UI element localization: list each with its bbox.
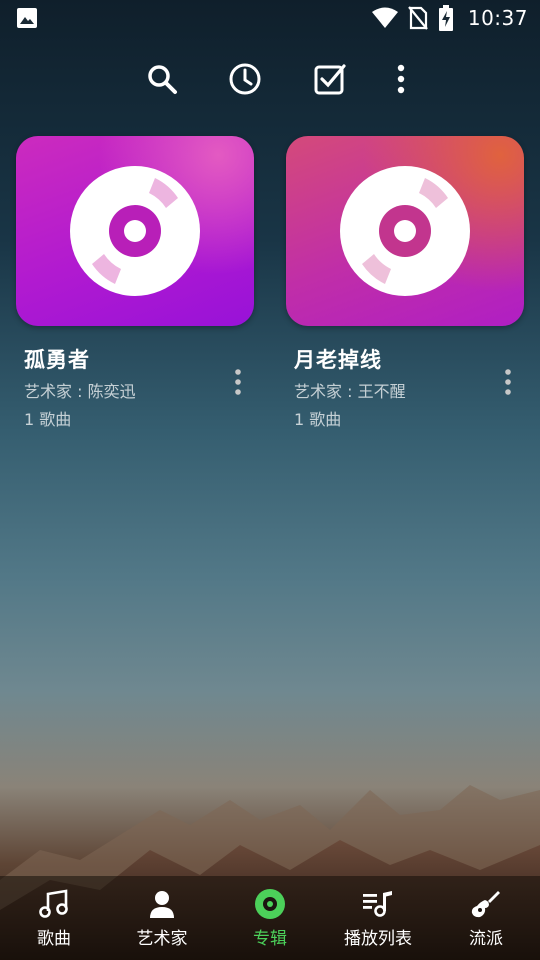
search-icon <box>148 65 177 94</box>
more-vert-icon <box>397 64 405 94</box>
album-title: 月老掉线 <box>294 348 382 372</box>
album-more-button[interactable] <box>226 364 250 400</box>
clock: 10:37 <box>467 6 528 30</box>
playlist-icon <box>362 888 394 920</box>
bottom-navigation: 歌曲 艺术家 专辑 播放列表 流派 <box>0 876 540 960</box>
nav-item-albums[interactable]: 专辑 <box>216 876 324 960</box>
wifi-icon <box>371 7 398 28</box>
more-options-button[interactable] <box>376 54 426 104</box>
album-song-count: 1 歌曲 <box>294 410 342 429</box>
nav-label: 播放列表 <box>344 928 412 949</box>
album-artist: 艺术家 : 陈奕迅 <box>24 382 136 401</box>
music-note-icon <box>38 888 70 920</box>
nav-item-playlists[interactable]: 播放列表 <box>324 876 432 960</box>
album-disc-icon <box>340 166 470 296</box>
guitar-icon <box>470 888 502 920</box>
search-button[interactable] <box>137 54 187 104</box>
nav-label: 流派 <box>469 928 503 949</box>
album-title: 孤勇者 <box>24 348 90 372</box>
album-cover[interactable] <box>286 136 524 326</box>
album-card[interactable]: 月老掉线 艺术家 : 王不醒 1 歌曲 <box>286 136 524 430</box>
no-sim-icon <box>408 6 428 30</box>
battery-charging-icon <box>438 5 453 31</box>
album-icon <box>254 888 286 920</box>
nav-item-songs[interactable]: 歌曲 <box>0 876 108 960</box>
nav-item-artists[interactable]: 艺术家 <box>108 876 216 960</box>
person-icon <box>146 888 178 920</box>
nav-label: 专辑 <box>253 928 287 949</box>
nav-label: 艺术家 <box>136 928 188 949</box>
nav-item-genres[interactable]: 流派 <box>432 876 540 960</box>
album-card[interactable]: 孤勇者 艺术家 : 陈奕迅 1 歌曲 <box>16 136 254 430</box>
history-icon <box>229 63 261 95</box>
status-bar: 10:37 <box>0 0 540 36</box>
gallery-notification-icon <box>17 8 37 28</box>
select-icon <box>314 64 346 95</box>
toolbar <box>148 54 540 104</box>
history-button[interactable] <box>220 54 270 104</box>
more-vert-icon <box>505 369 511 395</box>
nav-label: 歌曲 <box>37 928 71 949</box>
album-more-button[interactable] <box>496 364 520 400</box>
album-song-count: 1 歌曲 <box>24 410 72 429</box>
more-vert-icon <box>235 369 241 395</box>
select-button[interactable] <box>305 54 355 104</box>
album-cover[interactable] <box>16 136 254 326</box>
album-artist: 艺术家 : 王不醒 <box>294 382 406 401</box>
album-disc-icon <box>70 166 200 296</box>
